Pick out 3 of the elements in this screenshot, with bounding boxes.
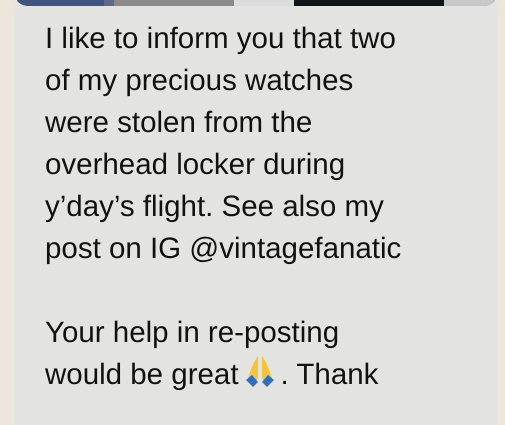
message-text: I like to inform you that two of my precious watches were stolen from the overhead locker during y’day’s flight. See also my post on IG @vintagefanatic [45,21,402,267]
message-text: Your help in re-posting would be great . Thank [45,315,380,393]
praying-hands-icon [244,354,275,388]
